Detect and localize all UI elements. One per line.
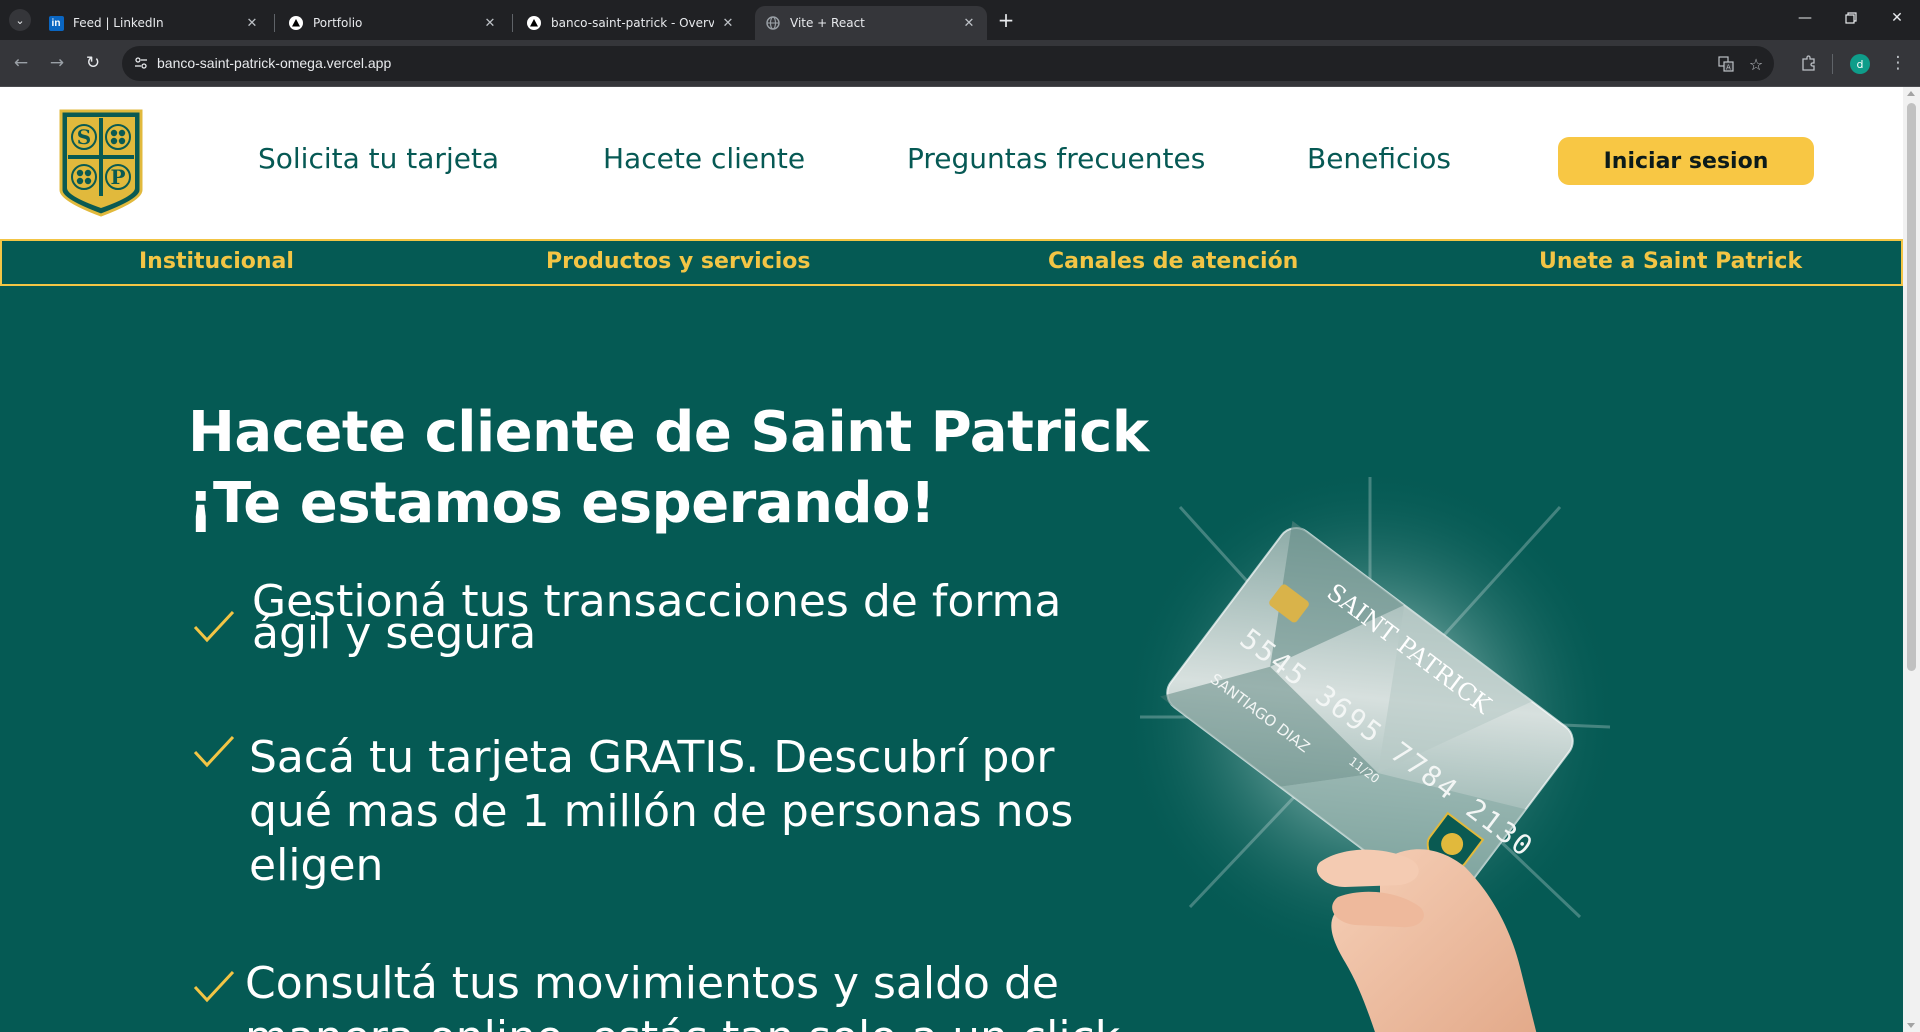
chevron-down-icon: ⌄: [15, 13, 25, 27]
close-tab-icon[interactable]: ✕: [961, 15, 977, 31]
svg-text:S: S: [77, 125, 91, 149]
extensions-button[interactable]: [1794, 48, 1824, 78]
hand-holding-card-illustration: SAINT PATRICK 5545 3695 7784 2130 SANTIA…: [1120, 467, 1620, 1032]
more-vertical-icon: ⋮: [1889, 53, 1907, 73]
browser-tab[interactable]: Portfolio ✕: [278, 6, 508, 40]
vercel-icon: [288, 15, 304, 31]
address-bar[interactable]: banco-saint-patrick-omega.vercel.app A ☆: [122, 46, 1774, 81]
forward-button[interactable]: →: [42, 48, 72, 78]
svg-text:P: P: [110, 165, 125, 189]
site-header: S P Solicita tu tarjeta Hacete cliente P…: [0, 87, 1903, 239]
scroll-down-arrow-icon[interactable]: [1907, 1023, 1915, 1028]
subnav-unete[interactable]: Unete a Saint Patrick: [1539, 249, 1802, 274]
toolbar-divider: [1832, 54, 1833, 74]
close-tab-icon[interactable]: ✕: [720, 15, 736, 31]
tab-search-button[interactable]: ⌄: [9, 9, 31, 31]
arrow-left-icon: ←: [13, 53, 29, 73]
subnav-institucional[interactable]: Institucional: [139, 249, 294, 274]
reload-icon: ↻: [85, 53, 101, 73]
hero-title: Hacete cliente de Saint Patrick ¡Te esta…: [188, 400, 1149, 536]
nav-preguntas-frecuentes[interactable]: Preguntas frecuentes: [907, 142, 1205, 175]
close-icon: ✕: [1891, 10, 1903, 26]
site-info-icon[interactable]: [130, 52, 152, 74]
browser-tab-active[interactable]: Vite + React ✕: [755, 6, 987, 40]
plus-icon: +: [997, 8, 1015, 32]
browser-menu-button[interactable]: ⋮: [1883, 48, 1913, 78]
nav-hacete-cliente[interactable]: Hacete cliente: [603, 142, 805, 175]
back-button[interactable]: ←: [6, 48, 36, 78]
tab-divider: [274, 14, 275, 32]
browser-tab[interactable]: banco-saint-patrick - Overview ✕: [516, 6, 746, 40]
page-scrollbar[interactable]: [1903, 87, 1920, 1032]
restore-icon: [1845, 12, 1857, 24]
checkmark-icon: [193, 610, 235, 643]
checkmark-icon: [193, 735, 235, 768]
browser-toolbar: ← → ↻ banco-saint-patrick-omega.vercel.a…: [0, 40, 1920, 87]
tab-divider: [512, 14, 513, 32]
translate-icon[interactable]: A: [1714, 52, 1738, 76]
new-tab-button[interactable]: +: [994, 8, 1018, 32]
checkmark-icon: [193, 970, 235, 1003]
secondary-nav: Institucional Productos y servicios Cana…: [0, 239, 1903, 286]
bookmark-star-icon[interactable]: ☆: [1744, 52, 1768, 76]
svg-text:A: A: [1726, 64, 1731, 72]
scrollbar-thumb[interactable]: [1907, 103, 1916, 671]
close-tab-icon[interactable]: ✕: [482, 15, 498, 31]
close-tab-icon[interactable]: ✕: [244, 15, 260, 31]
profile-avatar[interactable]: d: [1850, 54, 1870, 74]
browser-tab-bar: ⌄ in Feed | LinkedIn ✕ Portfolio ✕ banco…: [0, 0, 1920, 40]
linkedin-icon: in: [48, 15, 64, 31]
vercel-icon: [526, 15, 542, 31]
page-viewport: S P Solicita tu tarjeta Hacete cliente P…: [0, 87, 1903, 1032]
login-button[interactable]: Iniciar sesion: [1558, 137, 1814, 185]
nav-solicita-tarjeta[interactable]: Solicita tu tarjeta: [258, 142, 499, 175]
arrow-right-icon: →: [49, 53, 65, 73]
minimize-icon: —: [1798, 10, 1812, 26]
saint-patrick-logo[interactable]: S P: [58, 108, 144, 218]
puzzle-icon: [1802, 55, 1815, 71]
nav-beneficios[interactable]: Beneficios: [1307, 142, 1451, 175]
minimize-button[interactable]: —: [1782, 0, 1828, 36]
subnav-canales-atencion[interactable]: Canales de atención: [1048, 249, 1298, 274]
url-text: banco-saint-patrick-omega.vercel.app: [157, 55, 392, 71]
subnav-productos-servicios[interactable]: Productos y servicios: [546, 249, 810, 274]
close-window-button[interactable]: ✕: [1874, 0, 1920, 36]
browser-tab[interactable]: in Feed | LinkedIn ✕: [38, 6, 270, 40]
scroll-up-arrow-icon[interactable]: [1907, 91, 1915, 96]
globe-icon: [765, 15, 781, 31]
reload-button[interactable]: ↻: [78, 48, 108, 78]
restore-button[interactable]: [1828, 0, 1874, 36]
